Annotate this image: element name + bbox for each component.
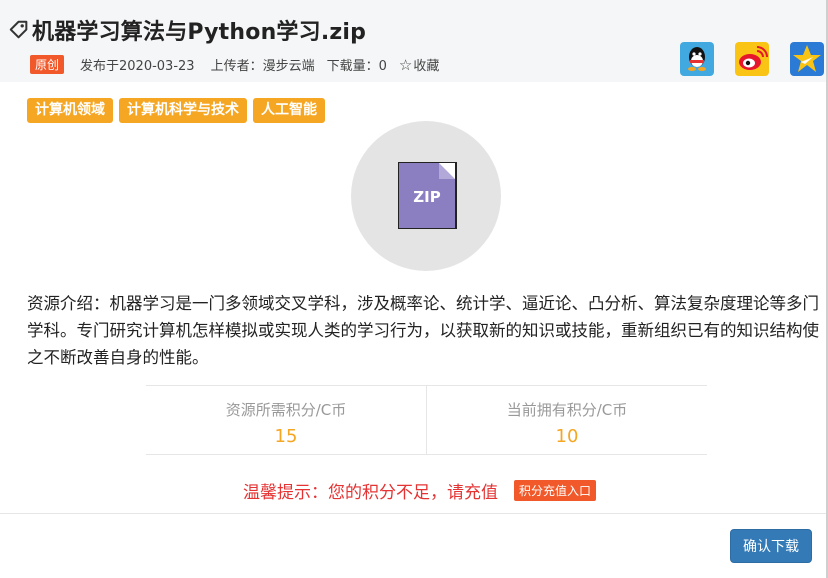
tag-item[interactable]: 计算机科学与技术 bbox=[119, 98, 247, 123]
tag-item[interactable]: 计算机领域 bbox=[27, 98, 113, 123]
file-preview: ZIP bbox=[351, 121, 501, 271]
download-dialog: 机器学习算法与Python学习.zip 原创 发布于2020-03-23 上传者… bbox=[0, 0, 828, 578]
owned-points-label: 当前拥有积分/C币 bbox=[506, 401, 628, 419]
qzone-icon bbox=[793, 45, 821, 72]
favorite-label: 收藏 bbox=[413, 59, 440, 74]
publish-date: 发布于2020-03-23 bbox=[80, 59, 195, 74]
page-title: 机器学习算法与Python学习.zip bbox=[32, 20, 367, 45]
uploader: 上传者：漫步云端 bbox=[210, 59, 315, 74]
resource-description: 资源介绍：机器学习是一门多领域交叉学科，涉及概率论、统计学、逼近论、凸分析、算法… bbox=[27, 294, 819, 367]
tag-list: 计算机领域 计算机科学与技术 人工智能 bbox=[27, 98, 331, 123]
meta-row: 原创 发布于2020-03-23 上传者：漫步云端 下载量：0 ☆ 收藏 bbox=[30, 55, 439, 74]
title-row: 机器学习算法与Python学习.zip bbox=[8, 14, 366, 46]
owned-points: 当前拥有积分/C币 10 bbox=[426, 386, 707, 454]
points-summary: 资源所需积分/C币 15 当前拥有积分/C币 10 bbox=[146, 385, 707, 455]
tip-text: 温馨提示：您的积分不足，请充值 bbox=[243, 483, 498, 503]
file-type-label: ZIP bbox=[413, 188, 441, 206]
required-points-value: 15 bbox=[274, 426, 298, 447]
original-badge: 原创 bbox=[30, 55, 65, 74]
download-count: 下载量：0 bbox=[326, 59, 387, 74]
qq-icon bbox=[688, 47, 706, 71]
share-qzone-button[interactable] bbox=[790, 42, 824, 76]
required-points-label: 资源所需积分/C币 bbox=[225, 401, 347, 419]
owned-points-value: 10 bbox=[555, 426, 579, 447]
insufficient-points-tip: 温馨提示：您的积分不足，请充值 积分充值入口 bbox=[243, 478, 597, 503]
weibo-icon bbox=[739, 46, 768, 70]
share-weibo-button[interactable] bbox=[735, 42, 769, 76]
tag-item[interactable]: 人工智能 bbox=[253, 98, 325, 123]
confirm-download-button[interactable]: 确认下载 bbox=[730, 529, 812, 563]
favorite-button[interactable]: ☆ 收藏 bbox=[398, 55, 440, 75]
footer-divider bbox=[0, 513, 828, 514]
share-qq-button[interactable] bbox=[680, 42, 714, 76]
star-icon: ☆ bbox=[398, 55, 413, 74]
zip-file-icon: ZIP bbox=[399, 163, 455, 228]
recharge-button[interactable]: 积分充值入口 bbox=[514, 480, 597, 501]
required-points: 资源所需积分/C币 15 bbox=[146, 386, 426, 454]
resource-header: 机器学习算法与Python学习.zip 原创 发布于2020-03-23 上传者… bbox=[0, 0, 828, 82]
tag-icon bbox=[9, 20, 28, 39]
